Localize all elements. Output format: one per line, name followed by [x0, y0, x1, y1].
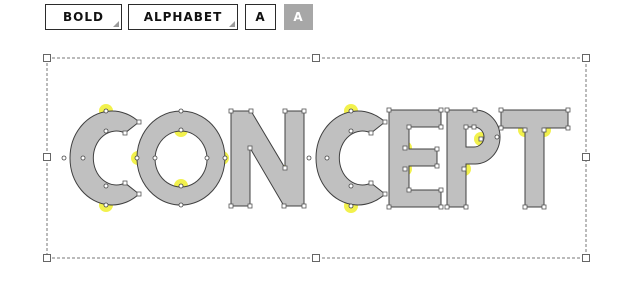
anchor-point[interactable] [463, 124, 469, 130]
toolbar: BOLD ALPHABET A A [0, 0, 631, 36]
glyph-c[interactable] [69, 110, 140, 206]
anchor-point[interactable] [368, 180, 374, 186]
resize-handle-bottom-right[interactable] [582, 254, 590, 262]
control-point[interactable] [80, 155, 86, 161]
anchor-point[interactable] [247, 145, 253, 151]
anchor-point[interactable] [386, 204, 392, 210]
control-point[interactable] [306, 155, 312, 161]
control-point[interactable] [348, 108, 354, 114]
control-point[interactable] [494, 134, 500, 140]
anchor-point[interactable] [498, 125, 504, 131]
anchor-point[interactable] [382, 191, 388, 197]
anchor-point[interactable] [472, 107, 478, 113]
anchor-point[interactable] [282, 108, 288, 114]
anchor-point[interactable] [434, 163, 440, 169]
filled-mode-button[interactable]: A [284, 4, 313, 30]
control-point[interactable] [204, 155, 210, 161]
dropdown-corner-icon [229, 21, 235, 27]
outline-mode-button[interactable]: A [245, 4, 276, 30]
anchor-point[interactable] [541, 127, 547, 133]
anchor-point[interactable] [301, 108, 307, 114]
anchor-point[interactable] [282, 165, 288, 171]
anchor-point[interactable] [122, 130, 128, 136]
anchor-point[interactable] [444, 204, 450, 210]
anchor-point[interactable] [136, 119, 142, 125]
control-point[interactable] [348, 128, 354, 134]
anchor-point[interactable] [402, 145, 408, 151]
charset-dropdown[interactable]: ALPHABET [128, 4, 238, 30]
anchor-point[interactable] [122, 180, 128, 186]
resize-handle-left[interactable] [43, 153, 51, 161]
resize-handle-bottom-left[interactable] [43, 254, 51, 262]
anchor-point[interactable] [406, 124, 412, 130]
anchor-point[interactable] [228, 108, 234, 114]
anchor-point[interactable] [541, 204, 547, 210]
anchor-point[interactable] [522, 204, 528, 210]
anchor-point[interactable] [301, 203, 307, 209]
anchor-point[interactable] [565, 125, 571, 131]
glyph-t[interactable] [500, 109, 569, 208]
anchor-point[interactable] [368, 130, 374, 136]
control-point[interactable] [152, 155, 158, 161]
anchor-point[interactable] [386, 107, 392, 113]
anchor-point[interactable] [444, 107, 450, 113]
control-point[interactable] [103, 183, 109, 189]
control-point[interactable] [134, 155, 140, 161]
control-point[interactable] [348, 203, 354, 209]
glyph-o[interactable] [136, 110, 226, 206]
anchor-point[interactable] [438, 107, 444, 113]
control-point[interactable] [103, 108, 109, 114]
control-point[interactable] [178, 108, 184, 114]
control-point[interactable] [103, 128, 109, 134]
anchor-point[interactable] [406, 187, 412, 193]
anchor-point[interactable] [136, 191, 142, 197]
anchor-point[interactable] [248, 108, 254, 114]
control-point[interactable] [348, 183, 354, 189]
dropdown-corner-icon [113, 21, 119, 27]
control-point[interactable] [222, 155, 228, 161]
resize-handle-bottom[interactable] [312, 254, 320, 262]
control-point[interactable] [178, 202, 184, 208]
anchor-point[interactable] [478, 136, 484, 142]
control-point[interactable] [178, 127, 184, 133]
anchor-point[interactable] [463, 204, 469, 210]
control-point[interactable] [178, 183, 184, 189]
editing-canvas[interactable] [0, 36, 631, 298]
font-weight-dropdown[interactable]: BOLD [45, 4, 122, 30]
glyph-n[interactable] [230, 110, 305, 207]
anchor-point[interactable] [498, 107, 504, 113]
resize-handle-right[interactable] [582, 153, 590, 161]
control-point[interactable] [61, 155, 67, 161]
filled-mode-label: A [293, 10, 304, 24]
control-point[interactable] [103, 202, 109, 208]
anchor-point[interactable] [438, 204, 444, 210]
outline-mode-label: A [255, 10, 266, 24]
anchor-point[interactable] [281, 203, 287, 209]
anchor-point[interactable] [228, 203, 234, 209]
anchor-point[interactable] [434, 146, 440, 152]
anchor-point[interactable] [565, 107, 571, 113]
anchor-point[interactable] [402, 166, 408, 172]
anchor-point[interactable] [522, 127, 528, 133]
anchor-point[interactable] [382, 119, 388, 125]
anchor-point[interactable] [247, 203, 253, 209]
anchor-point[interactable] [438, 124, 444, 130]
font-weight-label: BOLD [63, 10, 104, 24]
resize-handle-top-left[interactable] [43, 54, 51, 62]
charset-label: ALPHABET [143, 10, 223, 24]
anchor-point[interactable] [438, 187, 444, 193]
glyph-e[interactable] [388, 109, 442, 208]
anchor-point[interactable] [461, 166, 467, 172]
anchor-point[interactable] [471, 124, 477, 130]
glyph-p[interactable] [446, 109, 501, 208]
control-point[interactable] [324, 155, 330, 161]
resize-handle-top-right[interactable] [582, 54, 590, 62]
resize-handle-top[interactable] [312, 54, 320, 62]
